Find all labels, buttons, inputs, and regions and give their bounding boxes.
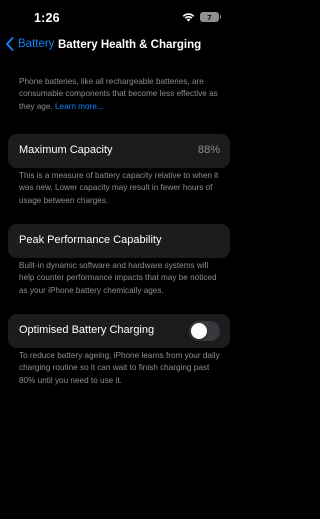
status-time: 1:26 (34, 11, 60, 25)
back-label: Battery (18, 38, 55, 50)
optimised-charging-footnote: To reduce battery ageing, iPhone learns … (19, 351, 220, 385)
battery-icon: 7 (200, 12, 221, 22)
maximum-capacity-cell: Maximum Capacity 88% (8, 134, 230, 168)
back-button[interactable]: Battery (5, 37, 54, 51)
intro-text: Phone batteries, like all rechargeable b… (19, 76, 225, 113)
toggle-knob (191, 323, 207, 339)
chevron-left-icon (6, 37, 14, 51)
maximum-capacity-footnote: This is a measure of battery capacity re… (19, 171, 219, 205)
learn-more-link[interactable]: Learn more... (55, 102, 104, 111)
optimised-charging-cell: Optimised Battery Charging (8, 314, 230, 348)
battery-level: 7 (207, 12, 212, 22)
maximum-capacity-label: Maximum Capacity (19, 144, 113, 156)
status-bar: 1:26 7 (0, 0, 240, 34)
peak-performance-cell: Peak Performance Capability (8, 224, 230, 258)
status-icons: 7 (182, 12, 221, 22)
page-title: Battery Health & Charging (58, 39, 202, 51)
wifi-icon (182, 13, 195, 22)
intro-body: Phone batteries, like all rechargeable b… (19, 77, 218, 111)
navigation-bar: Battery Battery Health & Charging (0, 36, 240, 58)
peak-performance-label: Peak Performance Capability (19, 234, 162, 246)
optimised-charging-toggle[interactable] (189, 321, 220, 341)
optimised-charging-label: Optimised Battery Charging (19, 324, 155, 336)
peak-performance-footnote: Built-in dynamic software and hardware s… (19, 261, 217, 295)
maximum-capacity-value: 88% (197, 144, 220, 156)
